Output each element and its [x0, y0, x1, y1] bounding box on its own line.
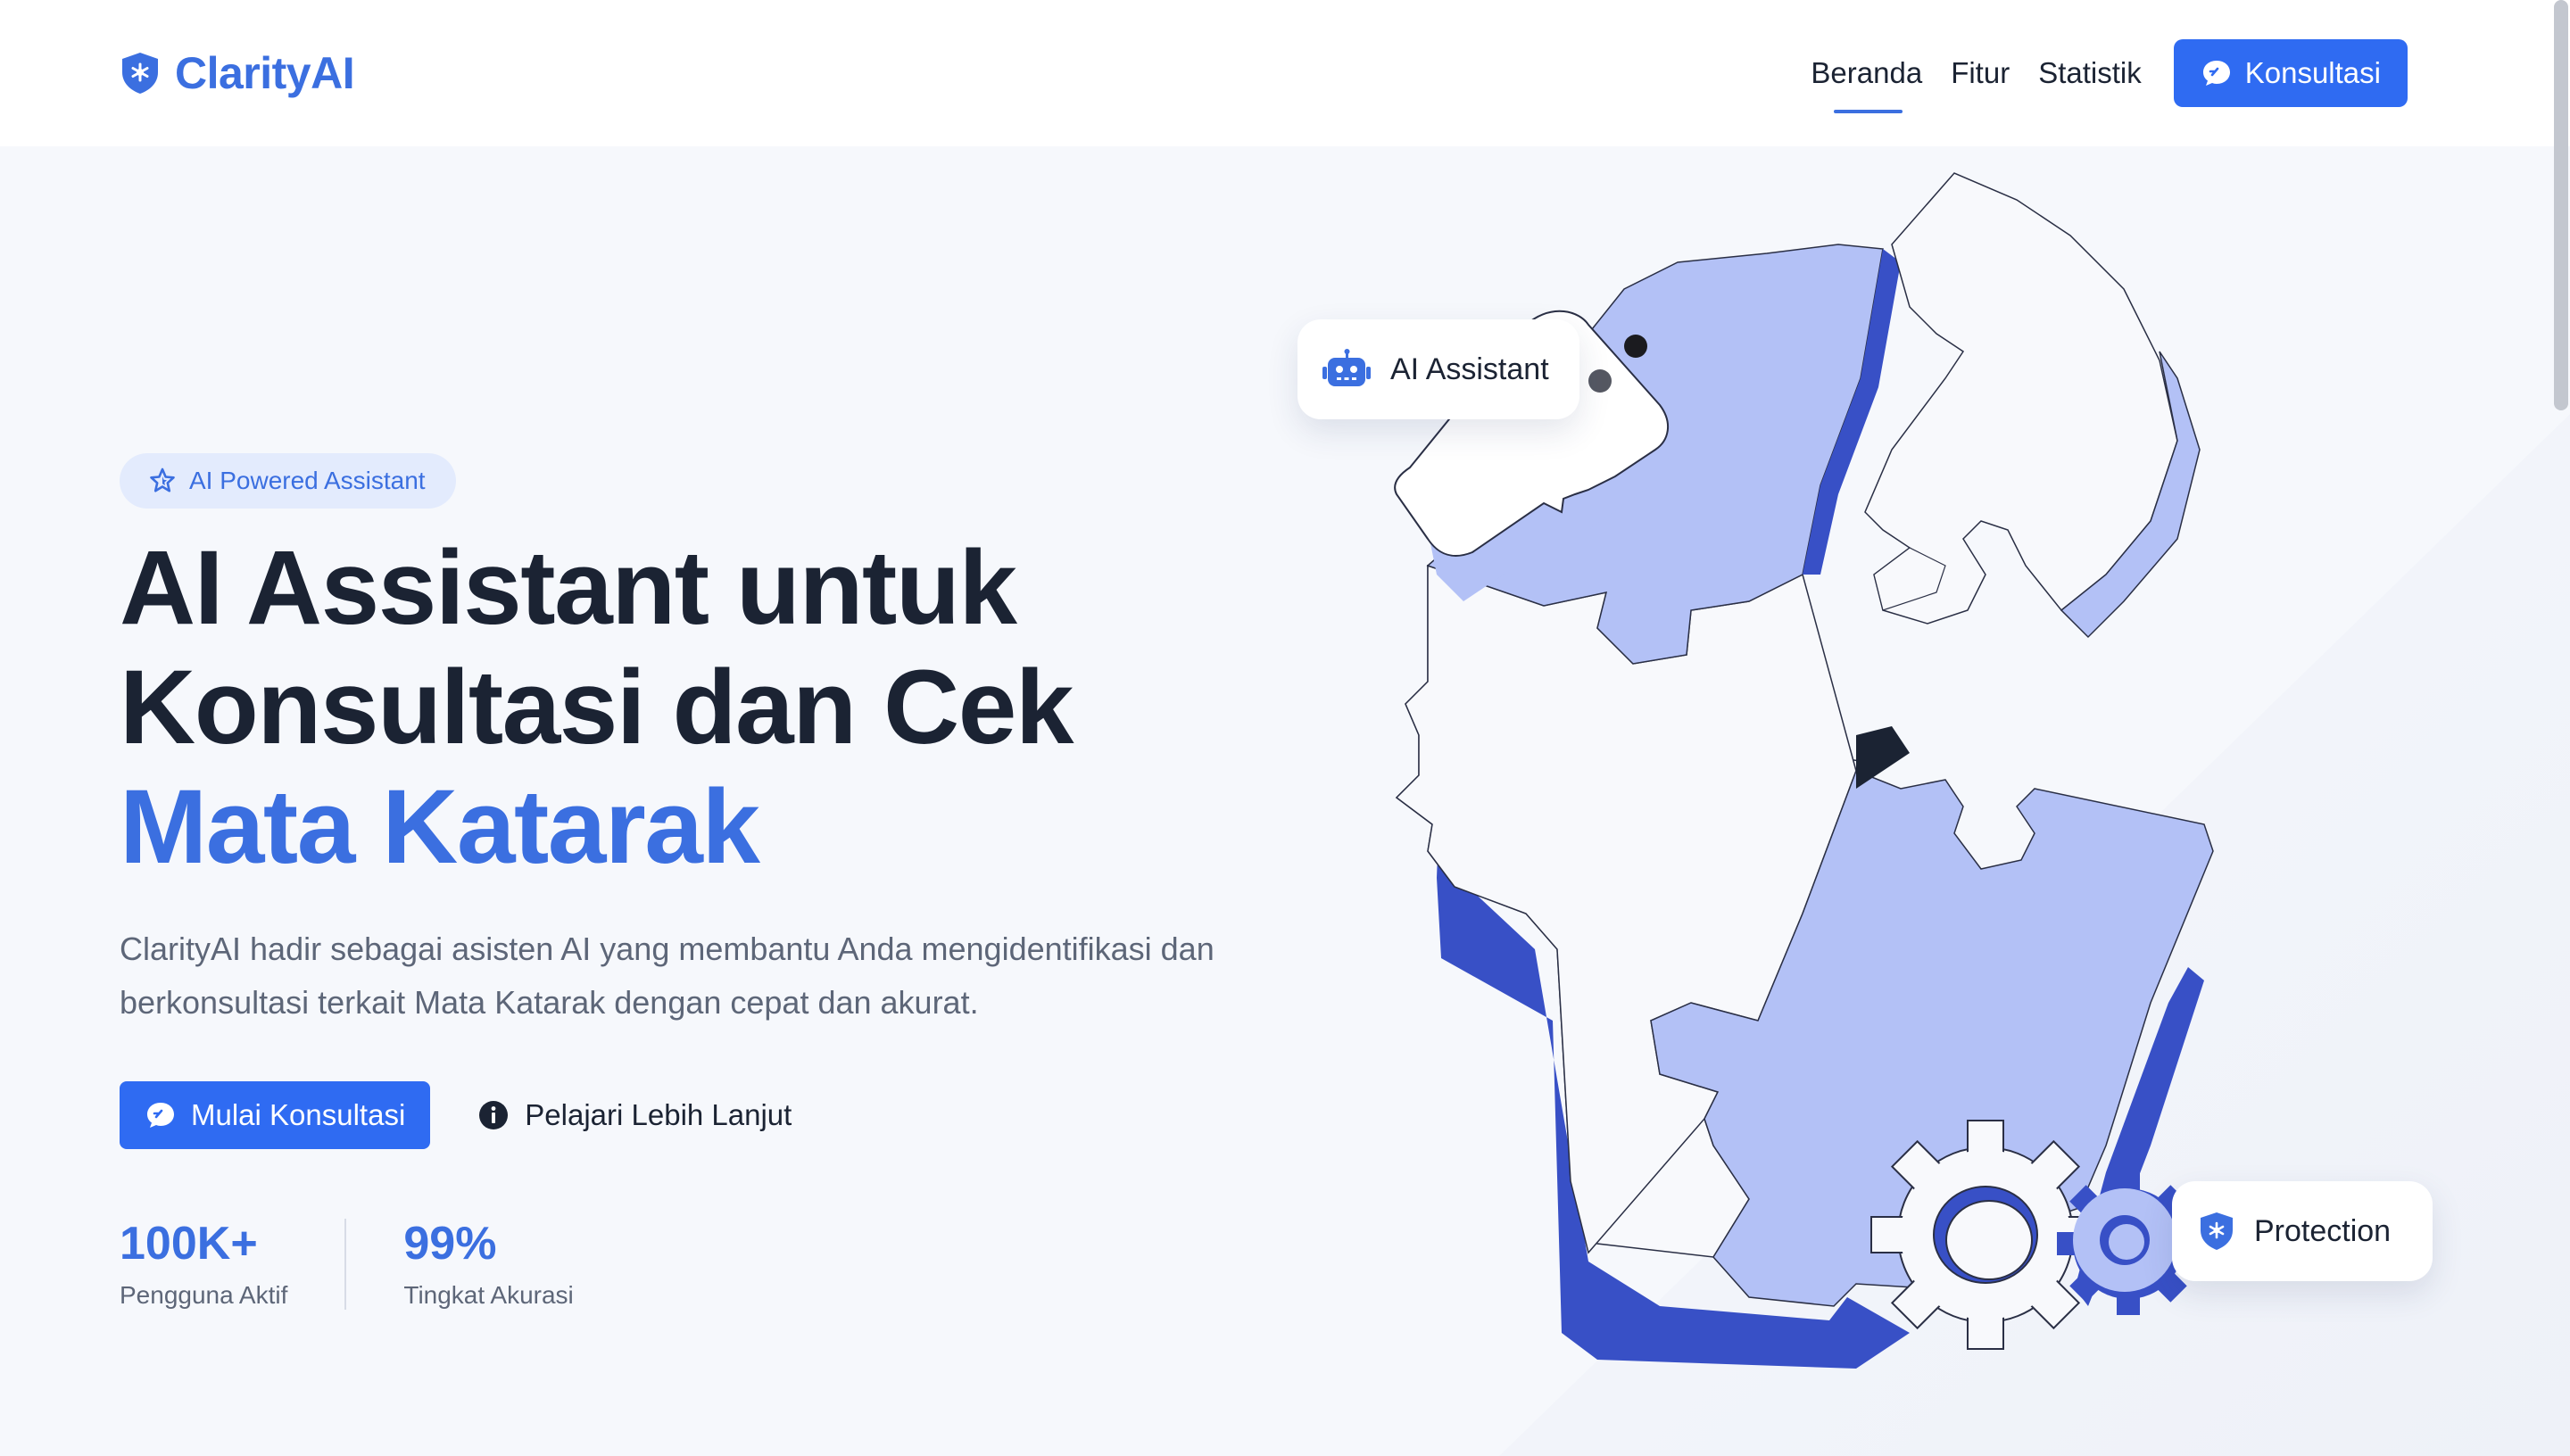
- badge-label: AI Powered Assistant: [189, 467, 426, 494]
- ai-assistant-card: AI Assistant: [1297, 319, 1579, 419]
- nav-links: Beranda Fitur Statistik Konsultasi: [1811, 39, 2408, 113]
- top-navbar: ClarityAI Beranda Fitur Statistik Konsul…: [0, 0, 2570, 146]
- stat-value: 100K+: [120, 1218, 258, 1270]
- chat-bubble-icon: [2202, 61, 2230, 86]
- hero-description: ClarityAI hadir sebagai asisten AI yang …: [120, 931, 1215, 1021]
- stat-accuracy: 99% Tingkat Akurasi: [403, 1219, 573, 1310]
- mulai-konsultasi-label: Mulai Konsultasi: [191, 1098, 406, 1131]
- shield-icon: [2201, 1212, 2233, 1250]
- title-line-1: AI Assistant untuk: [120, 529, 1017, 647]
- ai-assistant-card-label: AI Assistant: [1390, 352, 1549, 386]
- brand-name: ClarityAI: [175, 48, 355, 98]
- hero-actions: Mulai Konsultasi Pelajari Lebih Lanjut: [120, 1081, 1280, 1149]
- sparkle-star-icon: [150, 467, 175, 492]
- protection-card: Protection: [2172, 1181, 2433, 1281]
- chat-bubble-icon: [147, 1103, 174, 1128]
- konsultasi-button[interactable]: Konsultasi: [2173, 39, 2408, 107]
- stat-divider: [344, 1219, 347, 1310]
- shield-star-icon: [122, 53, 158, 94]
- pelajari-button[interactable]: Pelajari Lebih Lanjut: [478, 1098, 792, 1132]
- stat-value: 99%: [403, 1218, 497, 1270]
- title-accent: Mata Katarak: [120, 768, 760, 886]
- hero-section: AI Powered Assistant AI Assistant untuk …: [120, 453, 1280, 1310]
- protection-card-label: Protection: [2254, 1213, 2392, 1248]
- mulai-konsultasi-button[interactable]: Mulai Konsultasi: [120, 1081, 431, 1149]
- nav-link-fitur[interactable]: Fitur: [1951, 47, 2010, 99]
- title-line-2: Konsultasi dan Cek: [120, 649, 1074, 766]
- nav-link-statistik[interactable]: Statistik: [2038, 47, 2142, 99]
- nav-link-beranda[interactable]: Beranda: [1811, 47, 1922, 113]
- stat-users: 100K+ Pengguna Aktif: [120, 1219, 287, 1310]
- stat-label: Pengguna Aktif: [120, 1281, 288, 1309]
- pelajari-label: Pelajari Lebih Lanjut: [525, 1098, 792, 1131]
- page-scrollbar[interactable]: [2554, 0, 2568, 410]
- ai-powered-badge: AI Powered Assistant: [120, 453, 456, 509]
- info-circle-icon: [479, 1101, 509, 1129]
- konsultasi-label: Konsultasi: [2244, 56, 2381, 89]
- stats-row: 100K+ Pengguna Aktif 99% Tingkat Akurasi: [120, 1219, 1280, 1310]
- stat-label: Tingkat Akurasi: [403, 1281, 574, 1309]
- page-title: AI Assistant untuk Konsultasi dan Cek Ma…: [120, 528, 1280, 887]
- robot-icon: [1322, 349, 1371, 386]
- brand-logo[interactable]: ClarityAI: [120, 47, 355, 99]
